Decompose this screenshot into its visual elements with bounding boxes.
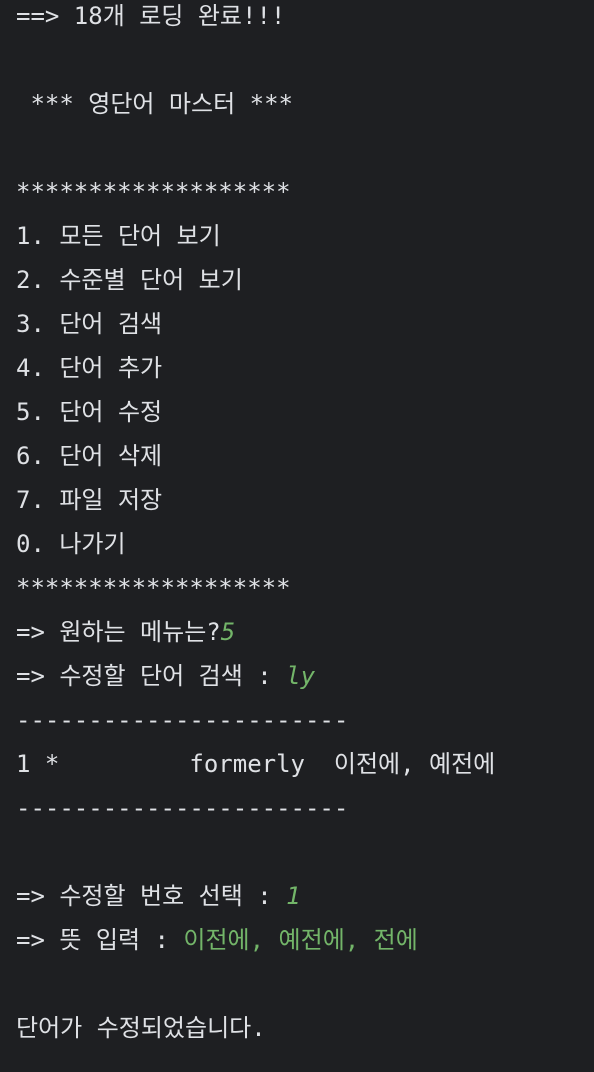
search-input-value[interactable]: ly [286, 662, 315, 690]
result-row: 1 * formerly 이전에, 예전에 [16, 750, 496, 778]
select-prompt-label: => 수정할 번호 선택 : [16, 882, 287, 910]
meaning-prompt-line: => 뜻 입력 : 이전에, 예전에, 전에 [16, 924, 418, 956]
result-separator-bottom: ----------------------- [16, 794, 349, 822]
menu-item-view-all: 1. 모든 단어 보기 [16, 222, 221, 250]
menu-item-delete: 6. 단어 삭제 [16, 442, 163, 470]
menu-item-add: 4. 단어 추가 [16, 354, 163, 382]
select-prompt-line: => 수정할 번호 선택 : 1 [16, 880, 301, 912]
meaning-input-value[interactable]: 이전에, 예전에, 전에 [183, 926, 417, 954]
menu-item-search: 3. 단어 검색 [16, 310, 163, 338]
menu-input-value[interactable]: 5 [221, 618, 235, 646]
search-prompt-label: => 수정할 단어 검색 : [16, 662, 287, 690]
menu-border-bottom: ******************* [16, 574, 291, 602]
meaning-prompt-label: => 뜻 입력 : [16, 926, 184, 954]
menu-border-top: ******************* [16, 178, 291, 206]
search-prompt-line: => 수정할 단어 검색 : ly [16, 660, 315, 692]
select-input-value[interactable]: 1 [286, 882, 300, 910]
app-title-line: *** 영단어 마스터 *** [16, 90, 293, 118]
menu-item-save-file: 7. 파일 저장 [16, 486, 163, 514]
menu-prompt-line: => 원하는 메뉴는?5 [16, 616, 235, 648]
completion-message: 단어가 수정되었습니다. [16, 1014, 266, 1042]
result-separator-top: ----------------------- [16, 706, 349, 734]
menu-prompt-label: => 원하는 메뉴는? [16, 618, 221, 646]
menu-item-exit: 0. 나가기 [16, 530, 126, 558]
load-status-line: ==> 18개 로딩 완료!!! [16, 2, 286, 30]
menu-item-edit: 5. 단어 수정 [16, 398, 163, 426]
menu-item-view-by-level: 2. 수준별 단어 보기 [16, 266, 243, 294]
